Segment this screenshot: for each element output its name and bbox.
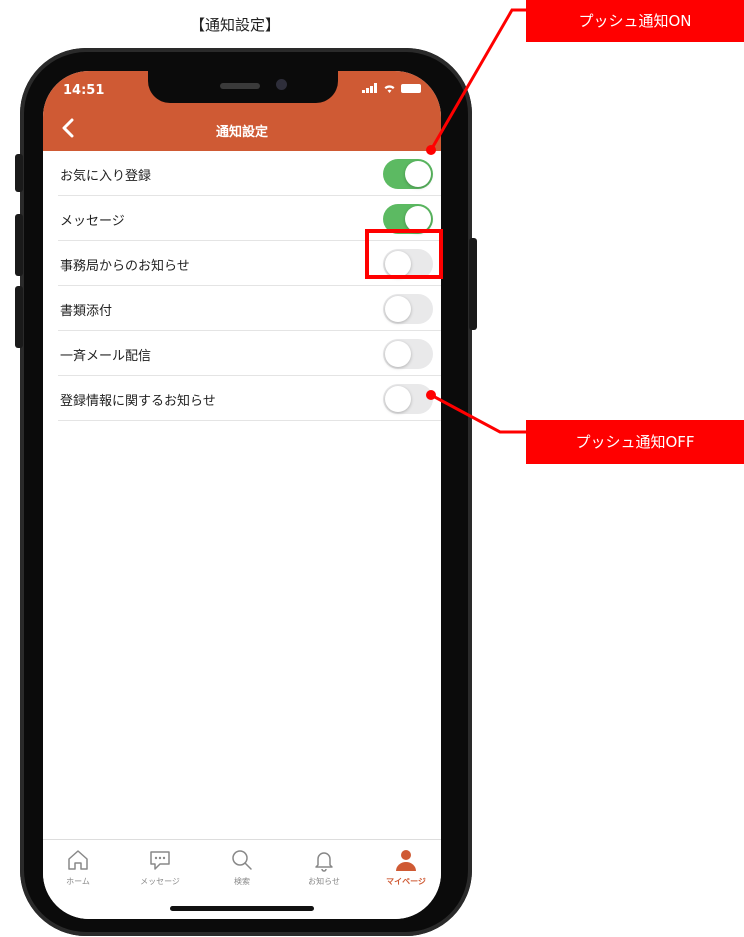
setting-label: 書類添付 [60,304,113,319]
phone-frame: 14:51 通知設定 お気に入り登録 メッセージ 事務局からのお知らせ 書類添付… [15,48,477,936]
app-header: 14:51 通知設定 [43,71,441,151]
setting-label: 登録情報に関するお知らせ [60,394,216,409]
speaker [220,83,260,89]
setting-label: 事務局からのお知らせ [60,259,190,274]
registration-info-toggle[interactable] [383,384,433,414]
setting-row-registration-info: 登録情報に関するお知らせ [58,376,441,421]
notch [148,71,338,103]
status-icons [362,83,421,93]
mute-switch [15,154,23,192]
battery-icon [401,83,421,93]
setting-row-bulk-mail: 一斉メール配信 [58,331,441,376]
tab-label: ホーム [66,877,90,886]
toggle-knob [385,296,411,322]
toggle-knob [405,206,431,232]
setting-row-document-attachment: 書類添付 [58,286,441,331]
tab-label: 検索 [234,877,250,886]
volume-down-button [15,286,23,348]
page-caption: 【通知設定】 [189,16,280,34]
tab-mypage[interactable]: マイページ [371,848,441,887]
tab-label: お知らせ [308,877,340,886]
document-attachment-toggle[interactable] [383,294,433,324]
setting-row-favorites: お気に入り登録 [58,151,441,196]
setting-row-messages: メッセージ [58,196,441,241]
push-on-callout: プッシュ通知ON [526,0,744,42]
home-icon [68,850,88,870]
bulk-mail-toggle[interactable] [383,339,433,369]
setting-row-office-notices: 事務局からのお知らせ [58,241,441,286]
tab-search[interactable]: 検索 [207,848,277,887]
messages-toggle[interactable] [383,204,433,234]
home-indicator [170,906,314,911]
bell-icon [315,852,333,872]
wifi-icon [384,85,395,93]
setting-label: メッセージ [60,214,125,229]
tab-notifications[interactable]: お知らせ [289,848,359,887]
tab-home[interactable]: ホーム [43,848,113,887]
tab-label: メッセージ [140,877,180,886]
office-notices-toggle[interactable] [383,249,433,279]
setting-label: 一斉メール配信 [60,349,152,364]
message-icon [150,851,170,870]
favorites-toggle[interactable] [383,159,433,189]
status-time: 14:51 [63,83,105,98]
camera [276,79,287,90]
toggle-knob [385,251,411,277]
user-icon [396,850,416,871]
toggle-knob [405,161,431,187]
setting-label: お気に入り登録 [60,169,152,184]
settings-list: お気に入り登録 メッセージ 事務局からのお知らせ 書類添付 一斉メール配信 登録… [43,151,441,421]
page-title: 通知設定 [215,125,268,140]
toggle-knob [385,386,411,412]
push-off-callout: プッシュ通知OFF [526,420,744,464]
tab-label: マイページ [386,877,426,886]
phone-screen: 14:51 通知設定 お気に入り登録 メッセージ 事務局からのお知らせ 書類添付… [43,71,441,919]
search-icon [232,850,252,870]
tab-message[interactable]: メッセージ [125,848,195,887]
toggle-knob [385,341,411,367]
volume-up-button [15,214,23,276]
signal-icon [362,83,377,93]
power-button [469,238,477,330]
